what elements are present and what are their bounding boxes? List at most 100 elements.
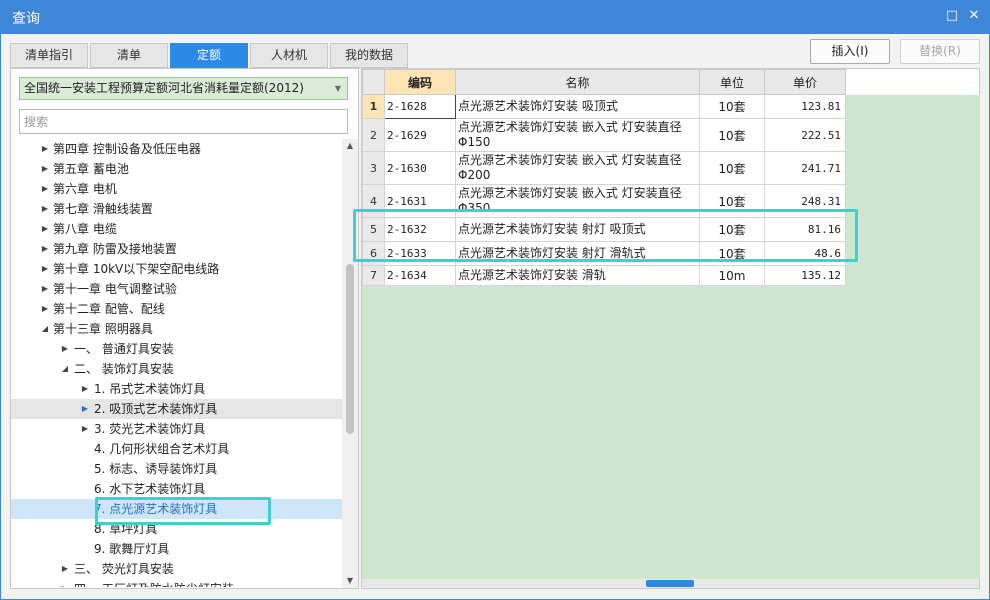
tree-item-label: 二、 装饰灯具安装 xyxy=(74,362,174,376)
cell-code[interactable]: 2-1629 xyxy=(384,118,456,152)
chevron-right-icon[interactable]: ▶ xyxy=(39,239,51,259)
cell-code[interactable]: 2-1630 xyxy=(384,151,456,185)
tab-my-data[interactable]: 我的数据 xyxy=(330,43,408,68)
row-number[interactable]: 1 xyxy=(362,94,385,119)
tab-dinge[interactable]: 定额 xyxy=(170,43,248,68)
cell-unit[interactable]: 10m xyxy=(699,265,765,286)
header-price[interactable]: 单价 xyxy=(764,69,846,95)
tree-item-label: 9. 歌舞厅灯具 xyxy=(94,542,170,556)
cell-name[interactable]: 点光源艺术装饰灯安装 吸顶式 xyxy=(455,94,700,119)
chevron-right-icon[interactable]: ▶ xyxy=(79,379,91,399)
cell-name[interactable]: 点光源艺术装饰灯安装 滑轨 xyxy=(455,265,700,286)
tree-item[interactable]: ▶ 3. 荧光艺术装饰灯具 xyxy=(11,419,342,439)
scroll-thumb[interactable] xyxy=(346,264,354,434)
empty-area xyxy=(845,95,980,579)
tree-item[interactable]: ▶ 1. 吊式艺术装饰灯具 xyxy=(11,379,342,399)
chevron-right-icon[interactable]: ▶ xyxy=(39,299,51,319)
cell-price[interactable]: 222.51 xyxy=(764,118,846,152)
cell-price[interactable]: 135.12 xyxy=(764,265,846,286)
table-row[interactable]: 3 2-1630 点光源艺术装饰灯安装 嵌入式 灯安装直径Φ200 10套 241.71 xyxy=(362,151,846,185)
scroll-up-icon[interactable]: ▲ xyxy=(342,139,358,153)
header-code[interactable]: 编码 xyxy=(384,69,456,95)
tree-item-label: 第十三章 照明器具 xyxy=(53,322,153,336)
chevron-right-icon[interactable]: ▶ xyxy=(39,139,51,159)
tree-item-label: 3. 荧光艺术装饰灯具 xyxy=(94,422,206,436)
tree-item[interactable]: ▶ 第六章 电机 xyxy=(11,179,342,199)
tree-item[interactable]: ▶四、 工厂灯及防水防尘灯安装 xyxy=(11,579,342,587)
cell-price[interactable]: 123.81 xyxy=(764,94,846,119)
chevron-down-icon[interactable]: ◢ xyxy=(39,319,51,339)
header-unit[interactable]: 单位 xyxy=(699,69,765,95)
search-input[interactable] xyxy=(19,109,348,134)
table-row[interactable]: 2 2-1629 点光源艺术装饰灯安装 嵌入式 灯安装直径Φ150 10套 222.51 xyxy=(362,118,846,152)
tree-item-label: 第十二章 配管、配线 xyxy=(53,302,165,316)
table-hscrollbar[interactable] xyxy=(362,579,979,588)
cell-code[interactable]: 2-1634 xyxy=(384,265,456,286)
library-select[interactable]: 全国统一安装工程预算定额河北省消耗量定额(2012) ▼ xyxy=(19,77,348,100)
tree-item[interactable]: 5. 标志、诱导装饰灯具 xyxy=(11,459,342,479)
cell-name[interactable]: 点光源艺术装饰灯安装 嵌入式 灯安装直径Φ150 xyxy=(455,118,700,152)
right-panel: 编码 名称 单位 单价 1 2-1628 点光源艺术装饰灯安装 吸顶式 10套 123.… xyxy=(361,68,980,589)
chevron-right-icon[interactable]: ▶ xyxy=(39,159,51,179)
splitter-handle[interactable] xyxy=(646,580,694,587)
tree-item[interactable]: ▶ 第十一章 电气调整试验 xyxy=(11,279,342,299)
maximize-icon[interactable]: □ xyxy=(944,8,960,24)
chevron-right-icon[interactable]: ▶ xyxy=(59,339,71,359)
tree-item[interactable]: 4. 几何形状组合艺术灯具 xyxy=(11,439,342,459)
tree-item-label: 第十章 10kV以下架空配电线路 xyxy=(53,262,220,276)
tree-item-label: 一、 普通灯具安装 xyxy=(74,342,174,356)
chevron-right-icon[interactable]: ▶ xyxy=(39,219,51,239)
chevron-right-icon[interactable]: ▶ xyxy=(79,399,91,419)
cell-unit[interactable]: 10套 xyxy=(699,118,765,152)
chevron-right-icon[interactable]: ▶ xyxy=(39,259,51,279)
tree-item[interactable]: ▶ 第八章 电缆 xyxy=(11,219,342,239)
chevron-right-icon[interactable]: ▶ xyxy=(79,419,91,439)
close-icon[interactable]: ✕ xyxy=(966,8,982,24)
tab-qingdan-zhiyin[interactable]: 清单指引 xyxy=(10,43,88,68)
tab-qingdan[interactable]: 清单 xyxy=(90,43,168,68)
tree-item-label: 三、 荧光灯具安装 xyxy=(74,562,174,576)
cell-unit[interactable]: 10套 xyxy=(699,94,765,119)
row-number[interactable]: 3 xyxy=(362,151,385,185)
cell-name[interactable]: 点光源艺术装饰灯安装 嵌入式 灯安装直径Φ200 xyxy=(455,151,700,185)
cell-code[interactable]: 2-1628 xyxy=(384,94,456,119)
tree-item[interactable]: ▶ 第五章 蓄电池 xyxy=(11,159,342,179)
scroll-down-icon[interactable]: ▼ xyxy=(342,574,358,588)
header-rownum xyxy=(362,69,385,95)
table-row[interactable]: 7 2-1634 点光源艺术装饰灯安装 滑轨 10m 135.12 xyxy=(362,265,846,286)
chevron-right-icon[interactable]: ▶ xyxy=(59,559,71,579)
tree-item[interactable]: 9. 歌舞厅灯具 xyxy=(11,539,342,559)
chevron-right-icon[interactable]: ▶ xyxy=(59,579,71,587)
header-name[interactable]: 名称 xyxy=(455,69,700,95)
tree-item-label: 第六章 电机 xyxy=(53,182,117,196)
tree-item[interactable]: ▶ 第十章 10kV以下架空配电线路 xyxy=(11,259,342,279)
row-number[interactable]: 2 xyxy=(362,118,385,152)
replace-button[interactable]: 替换(R) xyxy=(900,39,980,64)
tree-item[interactable]: ▶ 三、 荧光灯具安装 xyxy=(11,559,342,579)
tree-item[interactable]: ▶ 第十二章 配管、配线 xyxy=(11,299,342,319)
tree-scrollbar[interactable]: ▲ ▼ xyxy=(342,139,358,588)
cell-price[interactable]: 241.71 xyxy=(764,151,846,185)
tree-item[interactable]: ▶ 一、 普通灯具安装 xyxy=(11,339,342,359)
tree-item-label: 四、 工厂灯及防水防尘灯安装 xyxy=(74,579,234,587)
tab-rencaiji[interactable]: 人材机 xyxy=(250,43,328,68)
chevron-right-icon[interactable]: ▶ xyxy=(39,279,51,299)
empty-area-lower xyxy=(362,285,845,579)
table-row[interactable]: 1 2-1628 点光源艺术装饰灯安装 吸顶式 10套 123.81 xyxy=(362,94,846,119)
chevron-right-icon[interactable]: ▶ xyxy=(39,199,51,219)
tree-item[interactable]: ▶ 第七章 滑触线装置 xyxy=(11,199,342,219)
tree-item[interactable]: 6. 水下艺术装饰灯具 xyxy=(11,479,342,499)
row-number[interactable]: 7 xyxy=(362,265,385,286)
tree-item[interactable]: ◢ 第十三章 照明器具 xyxy=(11,319,342,339)
tree-item-label: 第七章 滑触线装置 xyxy=(53,202,153,216)
tree-item-label: 第九章 防雷及接地装置 xyxy=(53,242,177,256)
cell-unit[interactable]: 10套 xyxy=(699,151,765,185)
window-title: 查询 xyxy=(12,11,40,27)
chevron-down-icon[interactable]: ◢ xyxy=(59,359,71,379)
tree-item[interactable]: ▶ 2. 吸顶式艺术装饰灯具 xyxy=(11,399,342,419)
tree-item[interactable]: ▶ 第四章 控制设备及低压电器 xyxy=(11,139,342,159)
insert-button[interactable]: 插入(I) xyxy=(810,39,890,64)
tree-item[interactable]: ▶ 第九章 防雷及接地装置 xyxy=(11,239,342,259)
tree-item[interactable]: ◢ 二、 装饰灯具安装 xyxy=(11,359,342,379)
chevron-right-icon[interactable]: ▶ xyxy=(39,179,51,199)
